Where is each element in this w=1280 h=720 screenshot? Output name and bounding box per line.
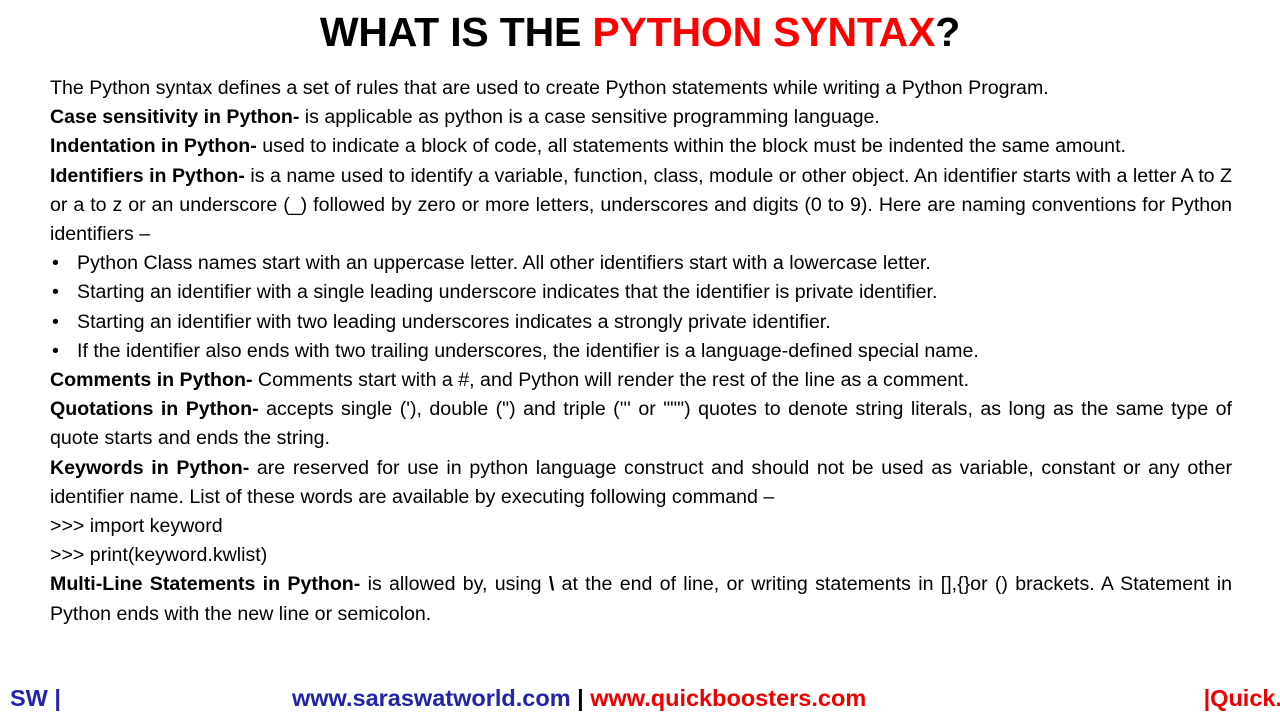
- text-comments: Comments start with a #, and Python will…: [252, 369, 970, 392]
- paragraph-identifiers: Identifiers in Python- is a name used to…: [50, 162, 1232, 250]
- list-item-text: Python Class names start with an upperca…: [77, 252, 931, 275]
- page-title-question-mark: ?: [935, 9, 961, 55]
- paragraph-comments: Comments in Python- Comments start with …: [50, 366, 1232, 395]
- code-line-print-kwlist: >>> print(keyword.kwlist): [50, 544, 268, 567]
- text-indentation: used to indicate a block of code, all st…: [256, 135, 1126, 158]
- code-line-import-keyword: >>> import keyword: [50, 515, 223, 538]
- footer-links: www.saraswatworld.com | www.quickbooster…: [292, 683, 866, 713]
- identifier-conventions-list: • Python Class names start with an upperc…: [50, 249, 1232, 366]
- page-title-accent: PYTHON SYNTAX: [592, 9, 936, 55]
- paragraph-indentation: Indentation in Python- used to indicate …: [50, 132, 1232, 161]
- label-identifiers: Identifiers in Python-: [50, 164, 245, 187]
- list-item-text: Starting an identifier with a single lea…: [77, 281, 938, 304]
- page-title-part-1: WHAT IS THE: [319, 9, 593, 55]
- paragraph-multiline-statements: Multi-Line Statements in Python- is allo…: [50, 570, 1232, 628]
- paragraph-case-sensitivity: Case sensitivity in Python- is applicabl…: [50, 103, 1232, 132]
- footer-left-label: SW |: [10, 685, 61, 711]
- footer: SW | www.saraswatworld.com | www.quickbo…: [0, 681, 1280, 720]
- footer-link-separator: |: [570, 685, 591, 711]
- bullet-icon: •: [52, 281, 59, 304]
- footer-right-label: |Quick.: [1203, 685, 1280, 711]
- list-item: • Python Class names start with an upperc…: [50, 249, 1232, 278]
- list-item: • If the identifier also ends with two tr…: [50, 337, 1232, 366]
- paragraph-intro: The Python syntax defines a set of rules…: [50, 77, 1049, 99]
- text-case-sensitivity: is applicable as python is a case sensit…: [299, 106, 880, 129]
- page-title: WHAT IS THE PYTHON SYNTAX?: [0, 0, 1280, 62]
- label-quotations: Quotations in Python-: [50, 398, 259, 421]
- paragraph-keywords: Keywords in Python- are reserved for use…: [50, 454, 1232, 512]
- label-keywords: Keywords in Python-: [50, 456, 250, 479]
- list-item: • Starting an identifier with a single le…: [50, 278, 1232, 307]
- label-indentation: Indentation in Python-: [50, 135, 257, 158]
- list-item-text: Starting an identifier with two leading …: [77, 310, 831, 333]
- paragraph-quotations: Quotations in Python- accepts single (')…: [50, 395, 1232, 453]
- label-comments: Comments in Python-: [50, 369, 253, 392]
- label-case-sensitivity: Case sensitivity in Python-: [50, 106, 300, 129]
- footer-link-saraswatworld[interactable]: www.saraswatworld.com: [292, 685, 571, 711]
- bullet-icon: •: [52, 310, 59, 333]
- content-body: The Python syntax defines a set of rules…: [50, 74, 1232, 629]
- page-title-text: WHAT IS THE PYTHON SYNTAX?: [320, 9, 960, 55]
- bullet-icon: •: [52, 339, 59, 362]
- list-item-text: If the identifier also ends with two tra…: [77, 339, 979, 362]
- text-multiline-before: is allowed by, using: [360, 573, 549, 596]
- label-multiline-statements: Multi-Line Statements in Python-: [50, 573, 361, 596]
- list-item: • Starting an identifier with two leading…: [50, 308, 1232, 337]
- footer-link-quickboosters[interactable]: www.quickboosters.com: [590, 685, 866, 711]
- bullet-icon: •: [52, 252, 59, 275]
